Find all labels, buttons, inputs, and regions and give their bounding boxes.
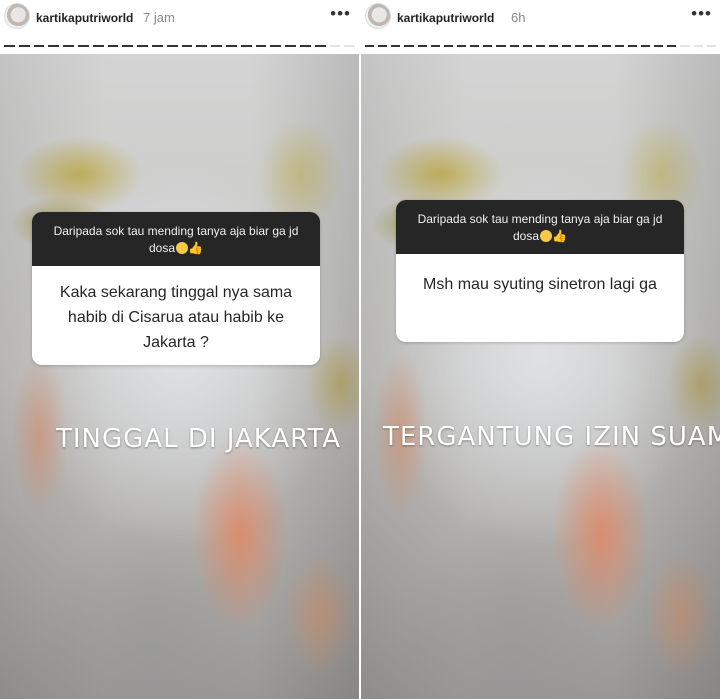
- question-sticker[interactable]: Daripada sok tau mending tanya aja biar …: [32, 212, 320, 365]
- progress-segment: [443, 45, 453, 47]
- progress-segment: [137, 45, 148, 47]
- progress-segment: [601, 45, 611, 47]
- progress-segment: [285, 45, 296, 47]
- progress-segment: [151, 45, 163, 47]
- progress-segment: [92, 45, 104, 47]
- answer-text: TINGGAL DI JAKARTA: [56, 424, 341, 454]
- username[interactable]: kartikaputriworld: [36, 11, 133, 25]
- progress-segment: [63, 45, 74, 47]
- question-text: Kaka sekarang tinggal nya sama habib di …: [32, 266, 320, 365]
- progress-segment: [627, 45, 637, 47]
- progress-segment: [225, 45, 237, 47]
- story-progress-bar: [4, 45, 356, 47]
- story-header: kartikaputriworld 7 jam •••: [0, 0, 359, 54]
- story-panel-right: kartikaputriworld 6h ••• Daripada sok ta…: [361, 0, 720, 699]
- progress-segment: [667, 45, 677, 47]
- progress-segment: [391, 45, 401, 47]
- progress-segment: [483, 45, 493, 47]
- story-header: kartikaputriworld 6h •••: [361, 0, 720, 54]
- progress-segment: [654, 45, 664, 47]
- progress-segment: [329, 45, 341, 47]
- thumbs-up-icon: 👍: [188, 241, 203, 255]
- question-prompt: Daripada sok tau mending tanya aja biar …: [32, 212, 320, 266]
- progress-segment: [640, 45, 651, 47]
- progress-segment: [77, 45, 89, 47]
- progress-segment: [456, 45, 467, 47]
- username[interactable]: kartikaputriworld: [397, 11, 494, 25]
- avatar[interactable]: [4, 3, 30, 29]
- progress-segment: [48, 45, 60, 47]
- progress-segment: [417, 45, 427, 47]
- progress-segment: [4, 45, 15, 47]
- progress-segment: [166, 45, 178, 47]
- answer-label: TERGANTUNG IZIN SUAMI: [383, 422, 720, 452]
- progress-segment: [430, 45, 440, 47]
- progress-segment: [509, 45, 519, 47]
- post-time: 7 jam: [143, 10, 175, 25]
- progress-segment: [522, 45, 532, 47]
- question-prompt: Daripada sok tau mending tanya aja biar …: [396, 200, 684, 254]
- progress-segment: [181, 45, 193, 47]
- progress-segment: [314, 45, 326, 47]
- progress-segment: [33, 45, 45, 47]
- progress-segment: [693, 45, 703, 47]
- question-sticker[interactable]: Daripada sok tau mending tanya aja biar …: [396, 200, 684, 342]
- progress-segment: [255, 45, 267, 47]
- progress-segment: [299, 45, 311, 47]
- smiling-face-icon: [176, 242, 189, 254]
- progress-segment: [562, 45, 572, 47]
- progress-segment: [535, 45, 545, 47]
- progress-segment: [496, 45, 506, 47]
- question-text: Msh mau syuting sinetron lagi ga: [396, 254, 684, 342]
- story-progress-bar: [365, 45, 716, 47]
- answer-label: TINGGAL DI JAKARTA: [56, 424, 341, 454]
- progress-segment: [470, 45, 480, 47]
- smiling-face-icon: [540, 230, 553, 242]
- more-options-icon[interactable]: •••: [691, 4, 712, 24]
- progress-segment: [575, 45, 585, 47]
- more-options-icon[interactable]: •••: [330, 4, 351, 24]
- story-background-photo: [0, 54, 359, 699]
- answer-text: TERGANTUNG IZIN SUAMI: [383, 422, 720, 452]
- progress-segment: [196, 45, 208, 47]
- thumbs-up-icon: 👍: [552, 229, 567, 243]
- progress-segment: [614, 45, 624, 47]
- progress-segment: [211, 45, 222, 47]
- avatar[interactable]: [365, 3, 391, 29]
- progress-segment: [706, 45, 716, 47]
- progress-segment: [344, 45, 356, 47]
- progress-segment: [122, 45, 134, 47]
- post-time: 6h: [511, 10, 526, 25]
- progress-segment: [404, 45, 414, 47]
- progress-segment: [680, 45, 690, 47]
- progress-segment: [270, 45, 282, 47]
- progress-segment: [107, 45, 119, 47]
- progress-segment: [365, 45, 375, 47]
- progress-segment: [18, 45, 30, 47]
- progress-segment: [240, 45, 252, 47]
- story-background-photo: [361, 54, 720, 699]
- progress-segment: [548, 45, 559, 47]
- progress-segment: [588, 45, 598, 47]
- story-panel-left: kartikaputriworld 7 jam ••• Daripada sok…: [0, 0, 359, 699]
- progress-segment: [378, 45, 388, 47]
